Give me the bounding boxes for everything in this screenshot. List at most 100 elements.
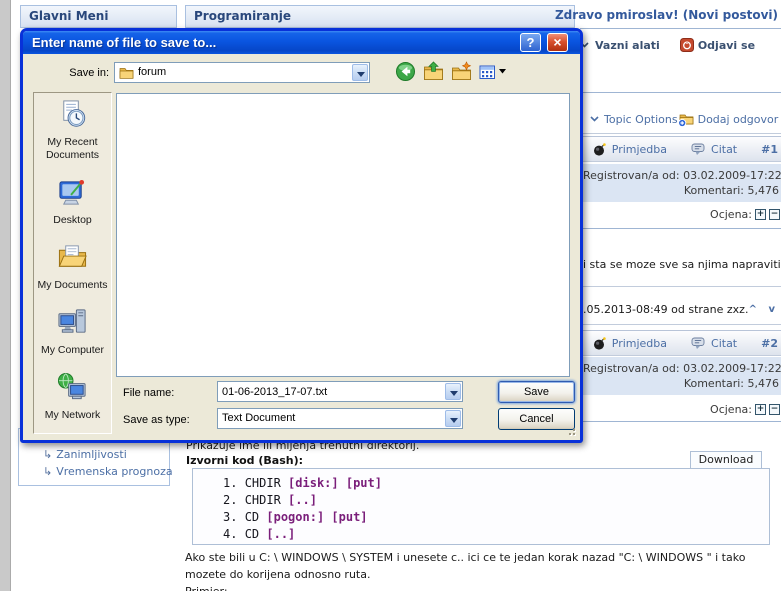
quote-bubble-icon <box>691 143 706 156</box>
save-as-type-label: Save as type: <box>123 414 190 426</box>
comment-count: Komentari: 5,476 <box>583 376 779 391</box>
place-my-network[interactable]: My Network <box>36 372 110 422</box>
post-author-info: Registrovan/a od: 03.02.2009-17:22 Komen… <box>583 164 781 202</box>
code-block: 1. CHDIR [disk:] [put] 2. CHDIR [..] 3. … <box>192 468 770 545</box>
report-link[interactable]: Primjedba <box>612 337 667 350</box>
comment-count: Komentari: 5,476 <box>583 183 779 198</box>
dialog-title-bar[interactable]: Enter name of file to save to... <box>23 31 580 54</box>
quote-bubble-icon <box>691 337 706 350</box>
new-folder-button[interactable] <box>451 61 472 82</box>
save-as-type-combo[interactable]: Text Document <box>217 408 463 429</box>
divider <box>583 286 781 287</box>
code-header: Izvorni kod (Bash): <box>186 452 303 469</box>
dialog-title: Enter name of file to save to... <box>32 35 216 50</box>
resize-grip[interactable] <box>565 425 577 437</box>
window-edge-gutter <box>0 0 11 591</box>
rate-down-button[interactable]: − <box>769 209 780 220</box>
forum-section-header: Programiranje <box>185 5 575 28</box>
sidebar-main-menu-header: Glavni Meni <box>20 5 177 28</box>
post-header: Primjedba Citat #2 <box>583 330 781 356</box>
place-desktop[interactable]: Desktop <box>36 177 110 227</box>
post-author-info: Registrovan/a od: 03.02.2009-17:22 Komen… <box>583 357 781 395</box>
file-name-dropdown-button[interactable] <box>445 383 461 400</box>
user-greeting: Zdravo pmiroslav! (Novi postovi) <box>555 8 778 22</box>
body-paragraph: Primjer: <box>185 583 228 591</box>
file-name-combo <box>217 381 463 402</box>
quote-link[interactable]: Citat <box>711 143 737 156</box>
post-number-link[interactable]: #2 <box>761 337 778 350</box>
views-menu-button[interactable] <box>479 64 506 80</box>
chevron-down-icon <box>590 116 599 122</box>
save-as-type-value: Text Document <box>222 409 295 428</box>
network-icon <box>57 372 88 406</box>
rate-down-button[interactable]: − <box>769 404 780 415</box>
code-line: 3. CD [pogon:] [put] <box>223 509 769 526</box>
code-line: 4. CD [..] <box>223 526 769 543</box>
divider <box>583 324 781 325</box>
desktop-icon <box>57 177 88 211</box>
important-tools-link[interactable]: Vazni alati <box>595 39 660 52</box>
topic-toolbar: Topic Options Dodaj odgovor <box>583 106 781 132</box>
body-paragraph: Ako ste bili u C: \ WINDOWS \ SYSTEM i u… <box>185 549 745 566</box>
divider <box>583 133 781 134</box>
divider <box>580 28 781 29</box>
report-link[interactable]: Primjedba <box>612 143 667 156</box>
dropdown-arrow-icon <box>499 69 506 74</box>
edited-by-text: .05.2013-08:49 od strane zxz. <box>583 303 748 316</box>
save-in-value: forum <box>138 63 166 82</box>
place-my-documents[interactable]: My Documents <box>36 242 110 292</box>
rating-row: Ocjena: + − <box>583 206 780 222</box>
code-line: 2. CHDIR [..] <box>223 492 769 509</box>
edited-by-row: .05.2013-08:49 od strane zxz. ^ v <box>583 300 779 318</box>
post-number-link[interactable]: #1 <box>761 143 778 156</box>
subitem-arrow-icon: ↳ <box>43 465 52 478</box>
report-bomb-icon <box>593 337 607 350</box>
save-in-combo[interactable]: forum <box>114 62 370 83</box>
documents-folder-icon <box>57 242 88 276</box>
topic-options-button[interactable]: Topic Options <box>590 113 678 126</box>
back-button[interactable] <box>395 61 416 82</box>
sidebar-item-vremenska-prognoza[interactable]: ↳Vremenska prognoza <box>25 463 169 480</box>
report-bomb-icon <box>593 143 607 156</box>
file-name-input[interactable] <box>222 383 442 400</box>
post-header: Primjedba Citat #1 <box>583 136 781 162</box>
registered-since: Registrovan/a od: 03.02.2009-17:22 <box>583 168 779 183</box>
registered-since: Registrovan/a od: 03.02.2009-17:22 <box>583 361 779 376</box>
divider <box>583 421 781 422</box>
dialog-toolbar <box>395 61 506 82</box>
user-toolbar: Vazni alati Odjavi se <box>580 37 781 53</box>
computer-icon <box>57 307 88 341</box>
save-in-dropdown-button[interactable] <box>352 64 368 81</box>
power-icon <box>680 38 694 52</box>
rate-up-button[interactable]: + <box>755 404 766 415</box>
rating-label: Ocjena: <box>710 208 752 221</box>
help-button[interactable]: ? <box>520 33 541 52</box>
save-in-label: Save in: <box>43 67 109 79</box>
save-file-dialog: Enter name of file to save to... ? × Sav… <box>20 28 583 443</box>
sidebar-item-zanimljivosti[interactable]: ↳Zanimljivosti <box>25 446 169 463</box>
body-paragraph: mozete do korijena odnosno ruta. <box>185 566 370 583</box>
save-as-type-dropdown-button[interactable] <box>445 410 461 427</box>
quote-link[interactable]: Citat <box>711 337 737 350</box>
place-my-recent-documents[interactable]: My Recent Documents <box>36 99 110 162</box>
rate-up-button[interactable]: + <box>755 209 766 220</box>
close-icon[interactable]: × <box>547 33 568 52</box>
folder-icon <box>119 66 134 79</box>
subitem-arrow-icon: ↳ <box>43 448 52 461</box>
file-list-view[interactable] <box>116 93 570 377</box>
screen: Glavni Meni Programiranje Zdravo pmirosl… <box>0 0 781 591</box>
places-bar: My Recent Documents Desktop My Documents… <box>33 92 112 434</box>
download-tab[interactable]: Download <box>690 451 762 469</box>
add-reply-folder-icon <box>678 112 694 127</box>
collapse-arrows[interactable]: ^ v <box>749 304 779 315</box>
save-button[interactable]: Save <box>498 381 575 403</box>
add-reply-button[interactable]: Dodaj odgovor <box>678 112 779 127</box>
logout-link[interactable]: Odjavi se <box>680 38 755 52</box>
cancel-button[interactable]: Cancel <box>498 408 575 430</box>
post-body-text: i sta se moze sve sa njima napraviti. <box>583 258 781 271</box>
code-line: 1. CHDIR [disk:] [put] <box>223 475 769 492</box>
place-my-computer[interactable]: My Computer <box>36 307 110 357</box>
file-name-label: File name: <box>123 387 174 399</box>
up-one-level-button[interactable] <box>423 61 444 82</box>
divider <box>580 92 781 93</box>
